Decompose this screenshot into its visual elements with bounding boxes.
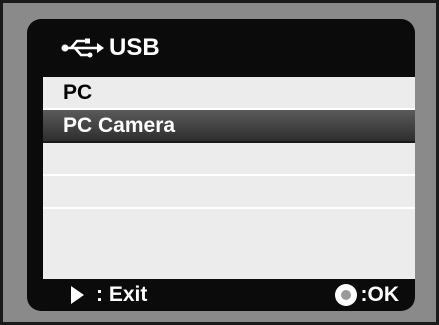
usb-mode-menu: PC PC Camera: [43, 77, 415, 279]
device-frame: USB PC PC Camera : Exit:OK: [0, 0, 439, 325]
menu-item-pc[interactable]: PC: [43, 77, 415, 110]
menu-item-label: PC: [63, 80, 93, 104]
ok-label: :OK: [360, 283, 400, 306]
menu-title: USB: [109, 34, 160, 61]
menu-item-label: PC Camera: [63, 113, 176, 137]
ok-button-icon: [334, 284, 357, 306]
menu-header: USB: [27, 19, 415, 77]
ok-hint[interactable]: :OK: [334, 283, 400, 307]
menu-item-empty: [43, 176, 415, 209]
menu-item-pc-camera[interactable]: PC Camera: [43, 110, 415, 143]
camera-screen: USB PC PC Camera : Exit:OK: [27, 19, 415, 311]
button-hint-bar: : Exit :OK: [27, 279, 415, 311]
menu-item-empty: [43, 209, 415, 279]
usb-icon: [61, 38, 104, 58]
menu-item-empty: [43, 143, 415, 176]
play-icon: [71, 286, 84, 304]
exit-hint[interactable]: : Exit: [71, 283, 147, 307]
exit-label: : Exit: [96, 283, 148, 306]
